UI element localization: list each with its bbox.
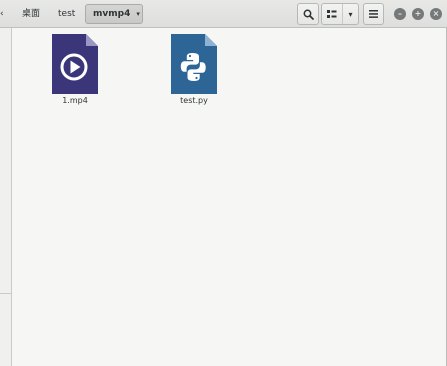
python-file-icon [171, 34, 217, 94]
file-item-py[interactable]: test.py [159, 34, 229, 106]
file-view[interactable]: 1.mp4 test.py [12, 28, 446, 366]
file-manager-window: ‹ 桌面 test mvmp4 ▾ ▾ – + × 1.mp4 test.py [0, 0, 447, 366]
menu-button[interactable] [363, 3, 384, 25]
chevron-down-icon: ▾ [136, 10, 140, 18]
maximize-button[interactable]: + [412, 8, 424, 20]
file-name: 1.mp4 [62, 96, 88, 105]
search-icon [303, 9, 314, 20]
breadcrumb-current-label: mvmp4 [93, 9, 131, 19]
breadcrumb-test[interactable]: test [54, 4, 79, 24]
breadcrumb-back-arrow[interactable]: ‹ [0, 9, 4, 19]
file-item-mp4[interactable]: 1.mp4 [40, 34, 110, 106]
view-mode-button[interactable]: ▾ [321, 3, 359, 25]
sidebar-divider [0, 293, 11, 294]
grid-view-icon [327, 10, 337, 18]
search-button[interactable] [297, 3, 319, 25]
video-file-icon [52, 34, 98, 94]
minimize-button[interactable]: – [394, 8, 406, 20]
view-button-divider [342, 4, 344, 24]
breadcrumb-current-folder[interactable]: mvmp4 ▾ [85, 4, 143, 24]
close-button[interactable]: × [430, 8, 442, 20]
sidebar[interactable] [0, 28, 12, 366]
file-name: test.py [180, 96, 208, 105]
chevron-down-icon[interactable]: ▾ [348, 10, 352, 19]
header-bar: ‹ 桌面 test mvmp4 ▾ ▾ – + × [0, 0, 447, 28]
hamburger-menu-icon [369, 10, 378, 18]
breadcrumb-desktop[interactable]: 桌面 [18, 4, 44, 24]
